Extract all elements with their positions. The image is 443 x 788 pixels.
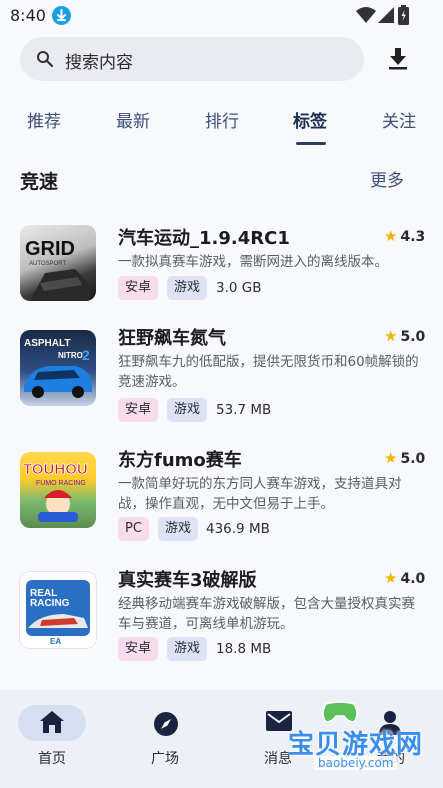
- tab-latest[interactable]: 最新: [116, 107, 150, 132]
- item-title: 东方fumo赛车: [118, 450, 242, 471]
- game-list-item[interactable]: TOUHOU FUMO RACING 东方fumo赛车 ★ 5.0 一款简单好玩的…: [0, 432, 443, 552]
- svg-text:ASPHALT: ASPHALT: [24, 338, 70, 349]
- star-icon: ★: [384, 569, 398, 587]
- status-bar: 8:40: [0, 0, 443, 32]
- search-icon: [37, 51, 54, 68]
- game-list-item[interactable]: REAL RACING EA 真实赛车3破解版 ★ 4.0 经典移动端赛车游戏破解…: [0, 552, 443, 672]
- category-tabs: 推荐 最新 排行 标签 关注: [0, 100, 443, 146]
- watermark-url: baobeiy.com: [314, 756, 398, 770]
- platform-tag: 安卓: [118, 276, 159, 300]
- svg-text:TOUHOU: TOUHOU: [23, 461, 88, 478]
- wifi-icon: [356, 7, 376, 23]
- type-tag: 游戏: [167, 398, 208, 422]
- item-size: 436.9 MB: [206, 521, 270, 537]
- nav-label: 广场: [151, 751, 179, 767]
- search-input[interactable]: 搜索内容: [20, 37, 364, 81]
- nav-square[interactable]: 广场: [117, 690, 213, 788]
- svg-text:NITRO: NITRO: [58, 351, 83, 360]
- item-size: 3.0 GB: [216, 280, 262, 296]
- item-title: 狂野飙车氮气: [118, 328, 226, 349]
- item-title: 汽车运动_1.9.4RC1: [118, 228, 290, 249]
- type-tag: 游戏: [167, 637, 208, 661]
- grid-autosport-game-icon: GRID AUTOSPORT: [20, 225, 96, 301]
- svg-text:2: 2: [82, 347, 90, 363]
- watermark-overlay: 宝贝游戏网 baobeiy.com: [284, 698, 434, 780]
- real-racing-game-icon: REAL RACING EA: [20, 572, 96, 648]
- item-rating: ★ 4.3: [384, 227, 426, 245]
- tab-following[interactable]: 关注: [382, 107, 416, 132]
- star-icon: ★: [384, 327, 398, 345]
- tab-ranking[interactable]: 排行: [205, 107, 239, 132]
- item-title: 真实赛车3破解版: [118, 570, 257, 591]
- touhou-fumo-racing-game-icon: TOUHOU FUMO RACING: [20, 452, 96, 528]
- type-tag: 游戏: [158, 517, 199, 541]
- asphalt-nitro-game-icon: ASPHALT NITRO 2: [20, 330, 96, 406]
- nav-home[interactable]: 首页: [4, 690, 100, 788]
- item-description: 一款拟真赛车游戏，需断网进入的离线版本。: [118, 254, 388, 270]
- home-icon: [40, 711, 64, 733]
- type-tag: 游戏: [167, 276, 208, 300]
- game-list-item[interactable]: ASPHALT NITRO 2 狂野飙车氮气 ★ 5.0 狂野飙车九的低配版，提供…: [0, 310, 443, 430]
- item-size: 18.8 MB: [216, 641, 272, 657]
- download-icon[interactable]: [388, 48, 408, 70]
- item-rating: ★ 5.0: [384, 449, 426, 467]
- svg-text:EA: EA: [50, 637, 61, 646]
- tab-tags[interactable]: 标签: [293, 107, 327, 132]
- active-tab-indicator: [296, 142, 326, 145]
- tab-recommended[interactable]: 推荐: [27, 107, 61, 132]
- item-description: 经典移动端赛车游戏破解版，包含大量授权真实赛车与赛道，可离线单机游玩。: [118, 596, 415, 632]
- svg-text:GRID: GRID: [25, 238, 75, 260]
- search-placeholder: 搜索内容: [65, 53, 133, 73]
- item-description: 狂野飙车九的低配版，提供无限货币和60帧解锁的竞速游戏。: [118, 354, 419, 390]
- battery-icon: [398, 5, 409, 25]
- signal-icon: [378, 7, 394, 23]
- svg-text:AUTOSPORT: AUTOSPORT: [29, 261, 66, 267]
- gamepad-logo-icon: [322, 701, 358, 723]
- more-link[interactable]: 更多: [370, 166, 404, 191]
- platform-tag: 安卓: [118, 637, 159, 661]
- item-rating: ★ 5.0: [384, 327, 426, 345]
- item-size: 53.7 MB: [216, 402, 272, 418]
- download-notification-icon: [52, 6, 71, 25]
- item-rating: ★ 4.0: [384, 569, 426, 587]
- section-title: 竞速: [20, 171, 59, 193]
- compass-icon: [154, 712, 178, 736]
- nav-label: 首页: [38, 751, 66, 767]
- platform-tag: 安卓: [118, 398, 159, 422]
- svg-text:FUMO RACING: FUMO RACING: [36, 480, 86, 487]
- item-description: 一款简单好玩的东方同人赛车游戏，支持道具对战，操作直观，无中文但易于上手。: [118, 476, 402, 512]
- platform-tag: PC: [118, 517, 149, 541]
- svg-text:RACING: RACING: [30, 598, 70, 609]
- status-time: 8:40: [10, 6, 46, 25]
- star-icon: ★: [384, 449, 398, 467]
- star-icon: ★: [384, 227, 398, 245]
